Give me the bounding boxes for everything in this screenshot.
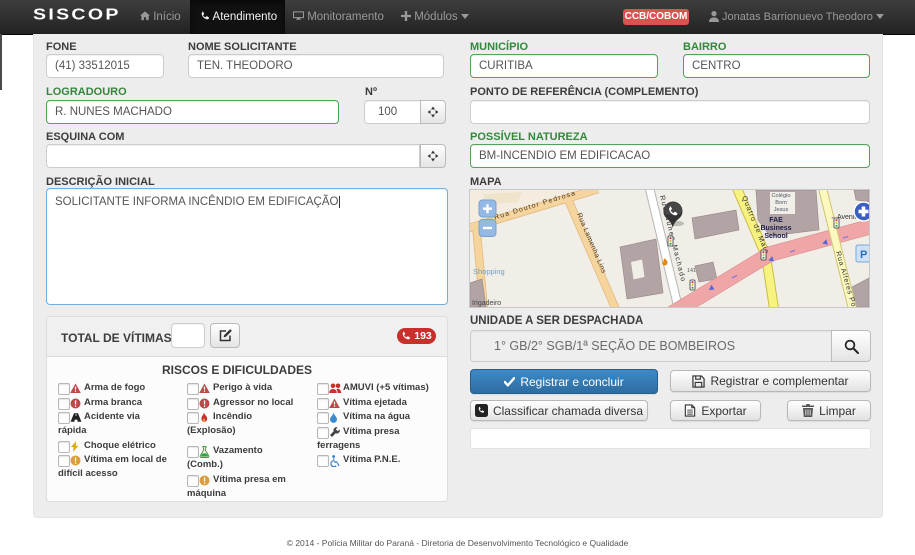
svg-text:Bom: Bom xyxy=(775,200,787,206)
svg-text:Irigadeiro: Irigadeiro xyxy=(472,300,501,307)
svg-text:FAE: FAE xyxy=(769,217,783,224)
svg-text:Business: Business xyxy=(760,225,791,232)
svg-text:Shopping: Shopping xyxy=(473,267,505,276)
svg-text:P: P xyxy=(860,249,867,261)
svg-text:141: 141 xyxy=(687,268,696,274)
svg-text:School: School xyxy=(764,233,787,240)
svg-text:Jesus: Jesus xyxy=(774,207,789,213)
svg-text:Colégio: Colégio xyxy=(772,193,791,199)
